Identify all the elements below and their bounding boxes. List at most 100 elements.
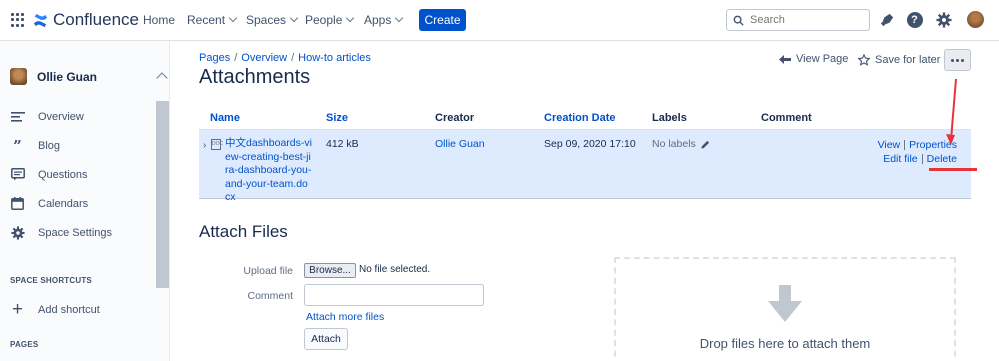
overview-icon xyxy=(10,109,25,124)
attachment-file-name[interactable]: 中文dashboards-view-creating-best-jira-das… xyxy=(225,137,313,205)
attach-more-files-link[interactable]: Attach more files xyxy=(306,311,384,323)
attach-files-heading: Attach Files xyxy=(199,222,288,241)
annotation-arrow xyxy=(946,78,957,145)
column-header-name[interactable]: Name xyxy=(210,112,240,124)
annotation-underline xyxy=(929,168,977,171)
more-actions-button[interactable] xyxy=(944,49,971,71)
gear-icon xyxy=(10,225,25,240)
breadcrumb-separator: / xyxy=(291,52,295,64)
sidebar-item-space-settings[interactable]: Space Settings xyxy=(10,225,112,240)
space-name: Ollie Guan xyxy=(37,69,98,84)
nav-home[interactable]: Home xyxy=(143,13,175,27)
view-page-label: View Page xyxy=(796,53,849,65)
sidebar-item-label: Calendars xyxy=(38,197,89,210)
nav-people[interactable]: People xyxy=(305,13,355,27)
breadcrumb-overview[interactable]: Overview xyxy=(241,52,287,64)
user-avatar[interactable] xyxy=(967,11,984,28)
nav-spaces[interactable]: Spaces xyxy=(246,13,299,27)
chevron-down-icon xyxy=(228,13,238,23)
comment-label: Comment xyxy=(247,290,293,302)
help-button[interactable]: ? xyxy=(906,11,923,28)
settings-button[interactable] xyxy=(935,11,952,28)
sidebar-item-blog[interactable]: ” Blog xyxy=(10,137,61,155)
chevron-down-icon xyxy=(395,13,404,23)
more-dot xyxy=(951,58,954,62)
column-header-creation-date[interactable]: Creation Date xyxy=(544,112,616,124)
edit-file-link[interactable]: Edit file xyxy=(883,153,917,165)
labels-cell[interactable]: No labels xyxy=(652,138,710,150)
create-button[interactable]: Create xyxy=(419,9,466,31)
nav-apps-label: Apps xyxy=(364,13,392,27)
sidebar-scrollbar[interactable] xyxy=(156,101,169,288)
collapse-sidebar-icon[interactable] xyxy=(156,72,168,84)
chevron-down-icon xyxy=(289,13,299,23)
action-separator xyxy=(904,140,906,151)
sidebar-item-overview[interactable]: Overview xyxy=(10,109,84,124)
confluence-logo-icon xyxy=(33,13,48,27)
calendar-icon xyxy=(10,196,25,211)
logo-text: Confluence xyxy=(53,10,140,29)
page-title: Attachments xyxy=(199,66,311,88)
breadcrumb-how-to-articles[interactable]: How-to articles xyxy=(298,52,371,64)
column-header-creator: Creator xyxy=(435,112,475,124)
apps-grid-icon[interactable] xyxy=(11,13,25,27)
sidebar-item-label: Questions xyxy=(38,168,88,181)
attachments-table-header: Name Size Creator Creation Date Labels C… xyxy=(199,106,971,130)
help-icon: ? xyxy=(906,11,923,28)
view-link[interactable]: View xyxy=(878,139,901,151)
nav-spaces-label: Spaces xyxy=(246,13,287,27)
nav-people-label: People xyxy=(305,13,343,27)
search-icon xyxy=(733,15,744,26)
chevron-down-icon xyxy=(346,13,355,23)
breadcrumb-pages[interactable]: Pages xyxy=(199,52,230,64)
browse-button[interactable]: Browse... xyxy=(304,263,356,278)
megaphone-icon xyxy=(880,13,893,26)
confluence-logo[interactable]: Confluence xyxy=(33,10,139,30)
notifications-icon[interactable] xyxy=(878,11,895,28)
column-header-labels: Labels xyxy=(652,112,687,124)
delete-link[interactable]: Delete xyxy=(927,153,957,165)
star-icon xyxy=(858,54,870,66)
no-labels-text: No labels xyxy=(652,138,696,150)
questions-icon xyxy=(10,167,25,182)
space-shortcuts-heading: SPACE SHORTCUTS xyxy=(10,276,92,285)
search-box[interactable] xyxy=(726,9,870,31)
sidebar-item-calendars[interactable]: Calendars xyxy=(10,196,88,211)
action-separator xyxy=(921,154,923,165)
document-file-icon: DOC xyxy=(211,139,223,150)
upload-file-label: Upload file xyxy=(243,265,293,277)
back-arrow-icon xyxy=(779,54,791,64)
nav-apps[interactable]: Apps xyxy=(364,13,404,27)
pencil-icon[interactable] xyxy=(701,140,710,149)
attach-button[interactable]: Attach xyxy=(304,328,348,350)
column-header-size[interactable]: Size xyxy=(326,112,348,124)
sidebar-item-questions[interactable]: Questions xyxy=(10,167,88,182)
view-page-button[interactable]: View Page xyxy=(779,53,848,65)
breadcrumb: Pages / Overview / How-to articles xyxy=(199,52,371,64)
space-header[interactable]: Ollie Guan xyxy=(10,68,97,85)
expand-row-icon[interactable]: › xyxy=(203,140,206,151)
top-navigation: Confluence Home Recent Spaces People App… xyxy=(0,0,999,41)
sidebar-item-label: Space Settings xyxy=(38,226,112,239)
attachment-size: 412 kB xyxy=(326,138,359,150)
gear-icon xyxy=(936,12,951,27)
sidebar-item-label: Blog xyxy=(38,139,61,152)
save-for-later-label: Save for later xyxy=(875,54,941,66)
save-for-later-button[interactable]: Save for later xyxy=(858,54,940,66)
plus-icon: + xyxy=(11,298,24,320)
nav-recent[interactable]: Recent xyxy=(187,13,238,27)
column-header-comment: Comment xyxy=(761,112,812,124)
comment-field[interactable] xyxy=(304,284,484,306)
nav-recent-label: Recent xyxy=(187,13,226,27)
search-input[interactable] xyxy=(750,14,860,26)
more-dot xyxy=(961,58,964,62)
space-avatar xyxy=(10,68,27,85)
nav-home-label: Home xyxy=(143,13,176,27)
attachment-creator[interactable]: Ollie Guan xyxy=(435,138,485,150)
sidebar-item-label: Overview xyxy=(38,110,84,123)
add-shortcut-button[interactable]: + Add shortcut xyxy=(10,298,100,320)
table-row: › DOC 中文dashboards-view-creating-best-ji… xyxy=(199,130,971,203)
breadcrumb-separator: / xyxy=(234,52,238,64)
space-sidebar: Ollie Guan Overview ” Blog Questions Cal… xyxy=(0,41,170,361)
pages-heading: PAGES xyxy=(10,340,39,349)
